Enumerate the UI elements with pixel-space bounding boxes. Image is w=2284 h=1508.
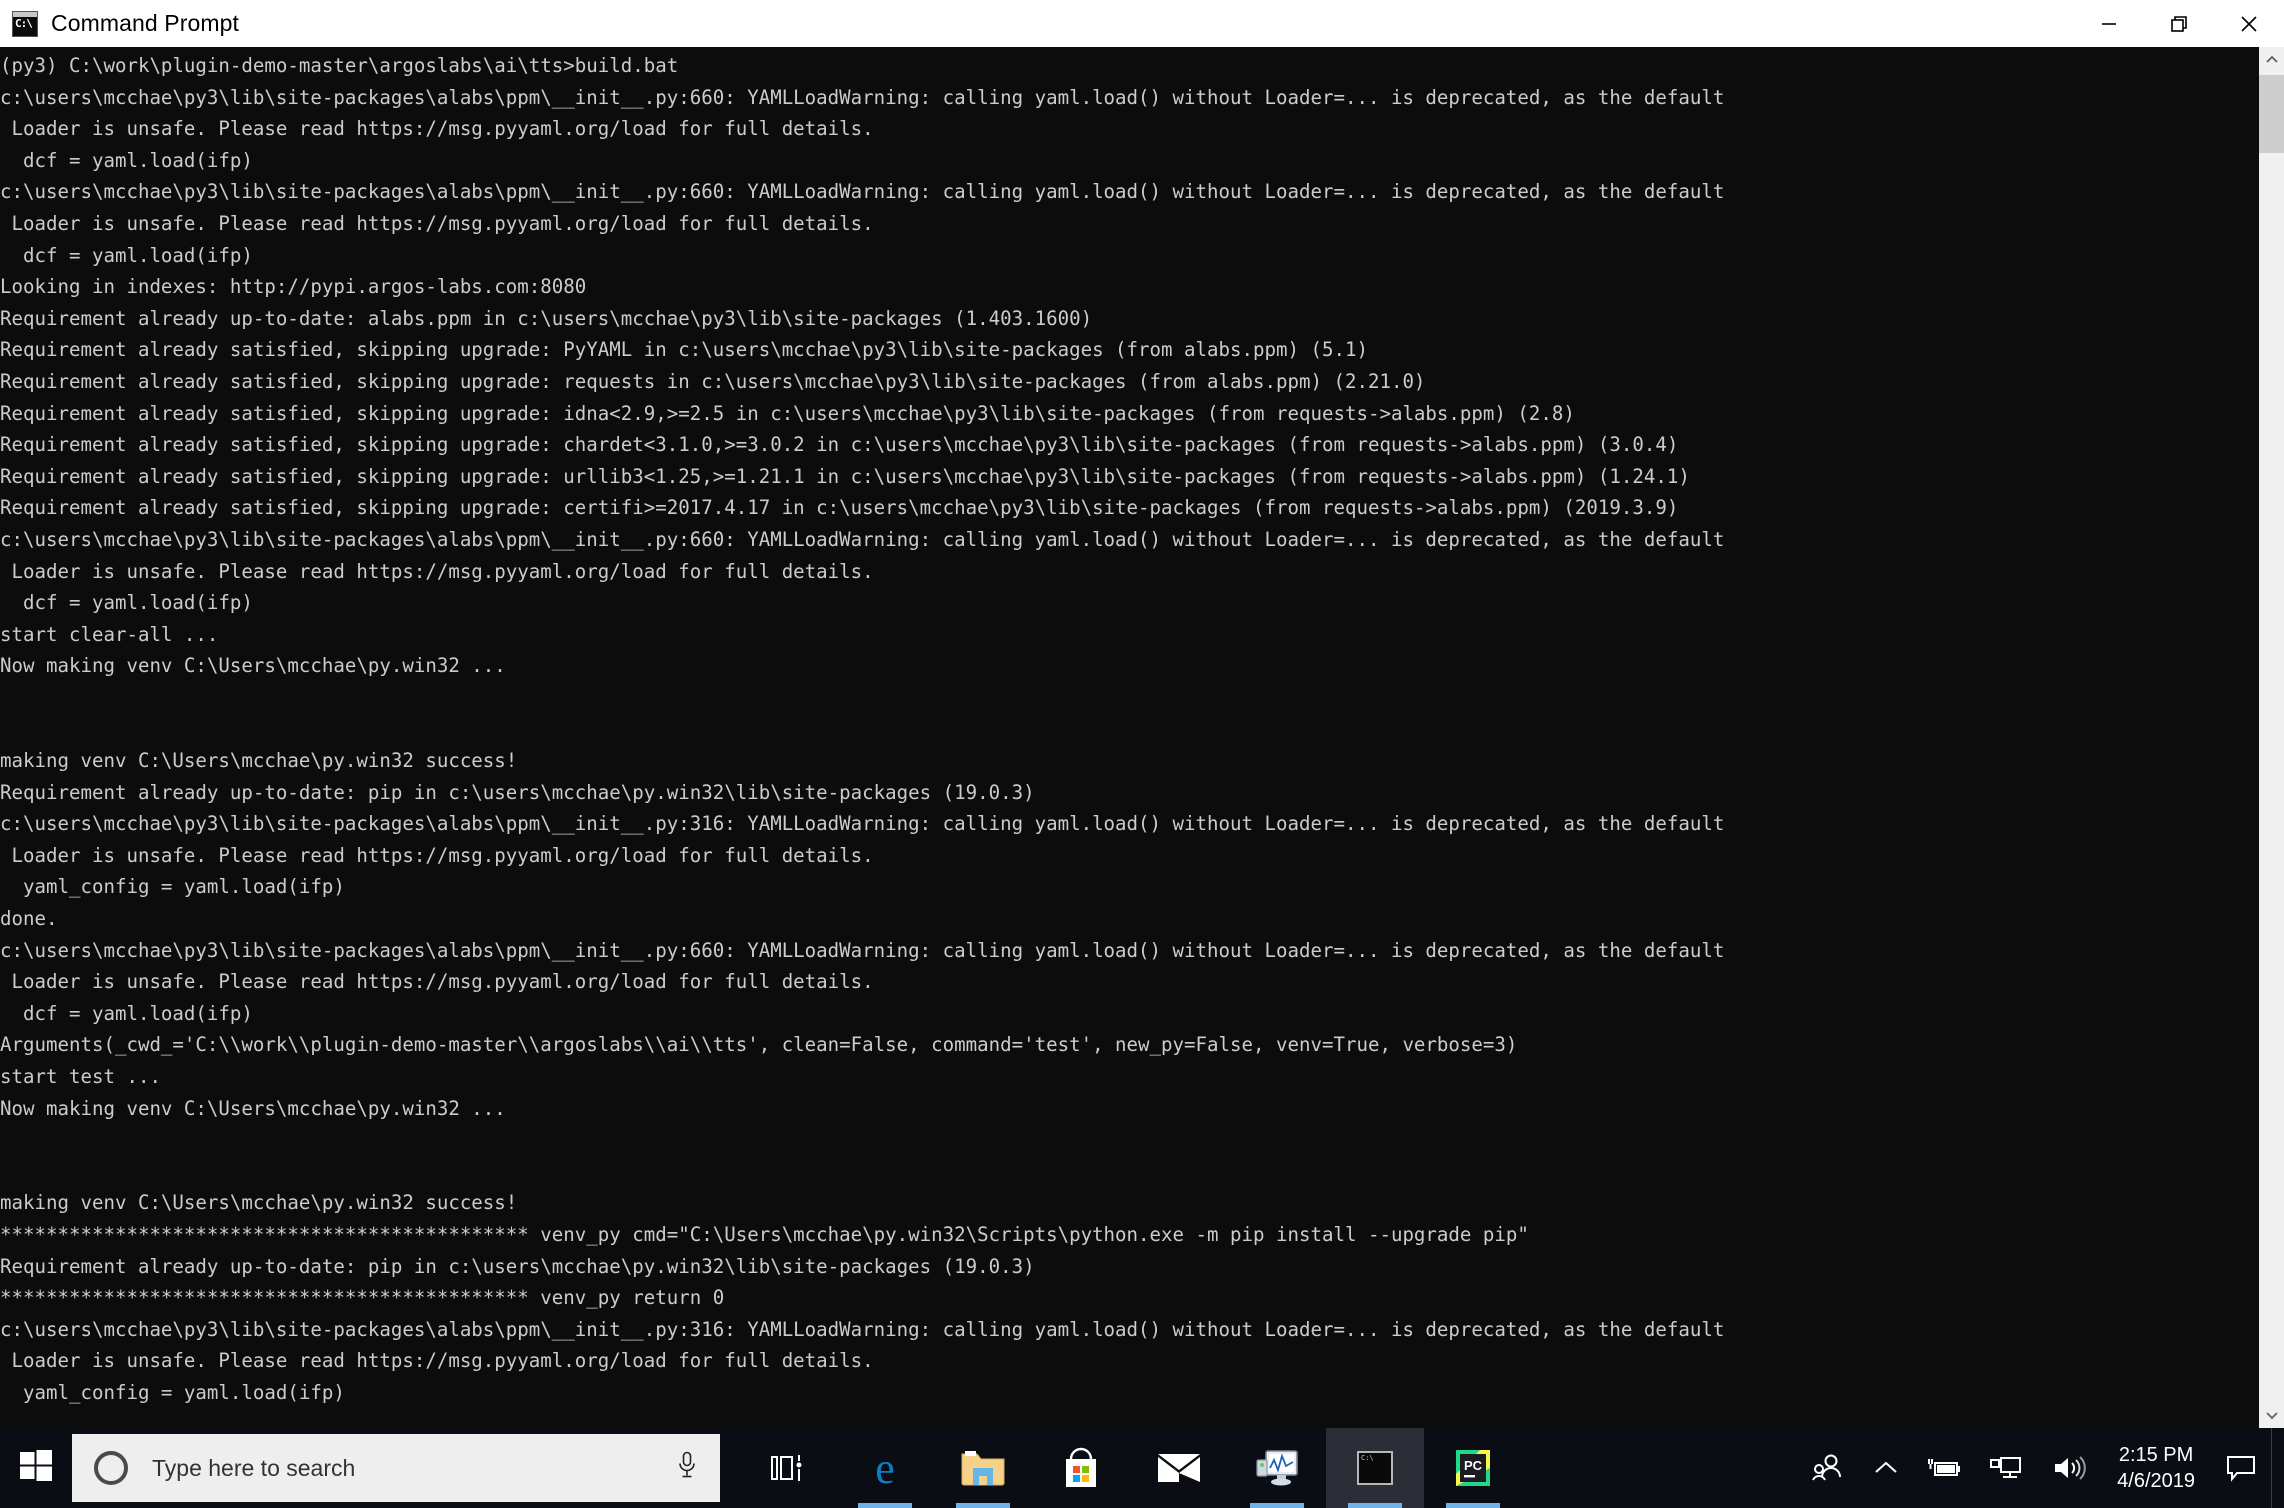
- microphone-icon[interactable]: [676, 1451, 698, 1486]
- running-indicator: [1446, 1503, 1500, 1508]
- running-indicator: [1348, 1503, 1402, 1508]
- restore-button[interactable]: [2144, 0, 2214, 47]
- volume-button[interactable]: [2037, 1428, 2101, 1508]
- taskbar-task-manager[interactable]: [1228, 1428, 1326, 1508]
- svg-text:C:\: C:\: [1361, 1454, 1374, 1462]
- running-indicator: [956, 1503, 1010, 1508]
- console-area[interactable]: (py3) C:\work\plugin-demo-master\argosla…: [0, 47, 2284, 1428]
- svg-text:e: e: [875, 1445, 895, 1491]
- cortana-circle-icon: [94, 1451, 128, 1485]
- clock-date: 4/6/2019: [2117, 1470, 2195, 1492]
- battery-button[interactable]: [1913, 1428, 1975, 1508]
- network-button[interactable]: [1975, 1428, 2037, 1508]
- task-view-button[interactable]: [738, 1428, 836, 1508]
- window-title: Command Prompt: [51, 10, 240, 36]
- show-desktop-button[interactable]: [2271, 1428, 2284, 1508]
- taskbar-pycharm[interactable]: PC: [1424, 1428, 1522, 1508]
- search-placeholder: Type here to search: [152, 1454, 356, 1481]
- system-tray: 2:15 PM 4/6/2019: [1797, 1428, 2284, 1508]
- taskbar-edge[interactable]: e: [836, 1428, 934, 1508]
- windows-logo-icon: [19, 1449, 53, 1488]
- scrollbar-thumb[interactable]: [2259, 75, 2284, 153]
- action-center-button[interactable]: [2211, 1428, 2271, 1508]
- taskbar-spacer: [1522, 1428, 1797, 1508]
- search-input[interactable]: Type here to search: [72, 1434, 720, 1502]
- scroll-down-button[interactable]: [2259, 1402, 2284, 1428]
- console-scrollbar[interactable]: [2258, 47, 2284, 1428]
- clock[interactable]: 2:15 PM 4/6/2019: [2101, 1428, 2211, 1508]
- taskbar-command-prompt[interactable]: C:\: [1326, 1428, 1424, 1508]
- taskbar: Type here to search e C:\ PC 2:15 PM 4/6…: [0, 1428, 2284, 1508]
- start-button[interactable]: [0, 1428, 72, 1508]
- close-button[interactable]: [2214, 0, 2284, 47]
- scroll-up-button[interactable]: [2259, 47, 2284, 73]
- console-icon-label: C:\: [15, 16, 33, 30]
- people-button[interactable]: [1797, 1428, 1859, 1508]
- taskbar-mail[interactable]: [1130, 1428, 1228, 1508]
- show-hidden-icons-button[interactable]: [1859, 1428, 1913, 1508]
- running-indicator: [858, 1503, 912, 1508]
- console-icon: C:\: [12, 10, 38, 37]
- command-prompt-window: C:\ Command Prompt (py3) C:\work\plugin-…: [0, 0, 2284, 1428]
- console-output[interactable]: (py3) C:\work\plugin-demo-master\argosla…: [0, 47, 2258, 1428]
- window-controls: [2074, 0, 2284, 47]
- taskbar-pinned-items: e C:\ PC: [738, 1428, 1522, 1508]
- taskbar-file-explorer[interactable]: [934, 1428, 1032, 1508]
- taskbar-store[interactable]: [1032, 1428, 1130, 1508]
- window-titlebar[interactable]: C:\ Command Prompt: [0, 0, 2284, 47]
- running-indicator: [1250, 1503, 1304, 1508]
- minimize-button[interactable]: [2074, 0, 2144, 47]
- svg-text:PC: PC: [1464, 1458, 1483, 1473]
- clock-time: 2:15 PM: [2118, 1444, 2194, 1466]
